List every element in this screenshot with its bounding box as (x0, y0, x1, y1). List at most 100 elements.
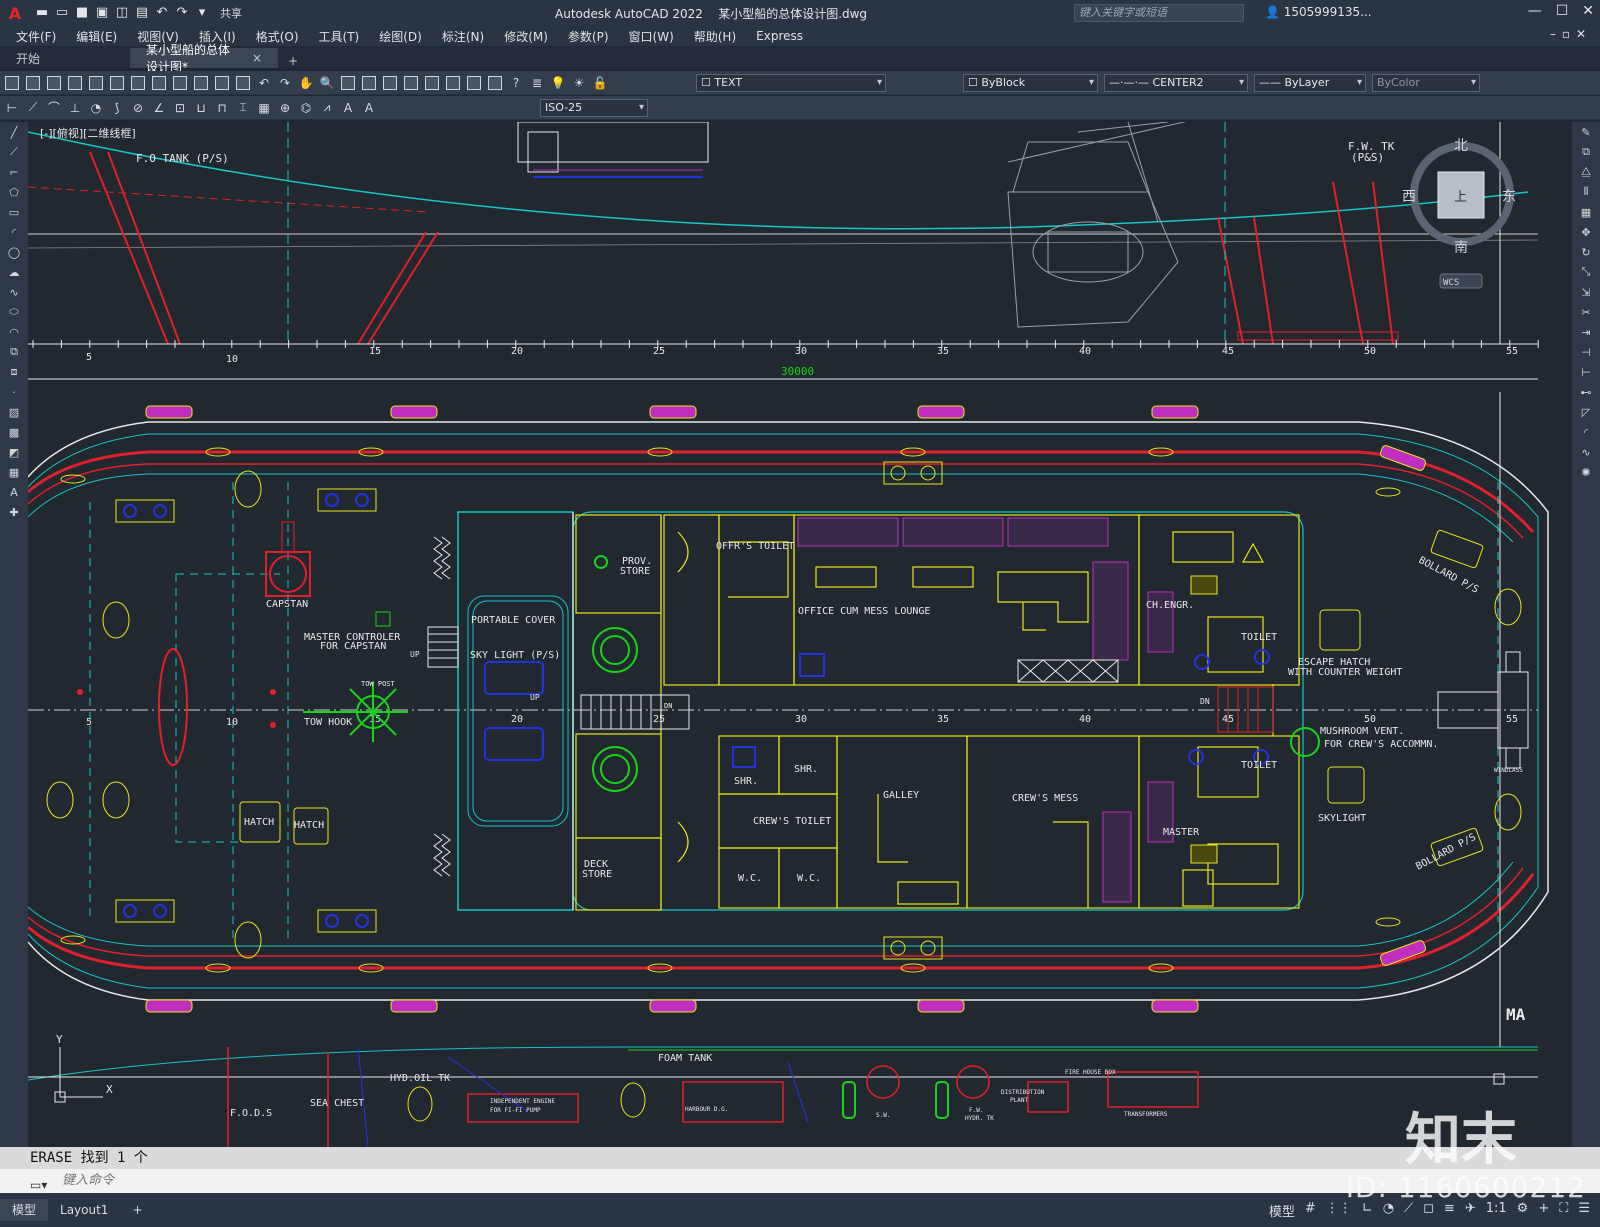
point-icon[interactable]: · (0, 382, 28, 402)
linetype-dropdown[interactable]: —·—·— CENTER2 (1104, 74, 1248, 92)
wcs-menu[interactable]: WCS (1443, 278, 1459, 288)
ellipse-icon[interactable]: ⬭ (0, 302, 28, 322)
menu-parametric[interactable]: 参数(P) (558, 28, 619, 45)
menu-tools[interactable]: 工具(T) (309, 28, 370, 45)
line-icon[interactable]: ╱ (0, 122, 28, 142)
markup-icon[interactable] (465, 74, 483, 92)
design-center-icon[interactable] (402, 74, 420, 92)
compass-south[interactable]: 南 (1454, 240, 1468, 256)
compass-north[interactable]: 北 (1454, 138, 1468, 154)
hatch-icon[interactable]: ▨ (0, 402, 28, 422)
compass-west[interactable]: 西 (1402, 189, 1416, 205)
spline-icon[interactable]: ∿ (0, 282, 28, 302)
stretch-icon[interactable]: ⇲ (1572, 282, 1600, 302)
undo-icon[interactable]: ↶ (154, 5, 170, 21)
arc-icon[interactable]: ◜ (0, 222, 28, 242)
menu-edit[interactable]: 编辑(E) (66, 28, 127, 45)
new-tab-button[interactable]: + (278, 54, 308, 68)
user-account[interactable]: 👤 1505999135... (1265, 5, 1372, 19)
add-layout-button[interactable]: + (120, 1203, 154, 1217)
polyline-icon[interactable]: ⌐ (0, 162, 28, 182)
chamfer-icon[interactable]: ◸ (1572, 402, 1600, 422)
new-file-icon[interactable]: ▬ (34, 5, 50, 21)
block-editor-icon[interactable] (234, 74, 252, 92)
undo-icon[interactable]: ↶ (255, 74, 273, 92)
offset-icon[interactable]: ⫴ (1572, 182, 1600, 202)
tab-drawing[interactable]: 某小型船的总体设计图* × (130, 43, 278, 74)
sheet-set-icon[interactable] (444, 74, 462, 92)
insert-block-icon[interactable]: ⧉ (0, 342, 28, 362)
mtext-icon[interactable]: A (0, 482, 28, 502)
dim-edit-icon[interactable]: A (339, 99, 357, 117)
construction-line-icon[interactable]: ⟋ (0, 142, 28, 162)
tab-layout1[interactable]: Layout1 (48, 1203, 120, 1217)
fillet-icon[interactable]: ◜ (1572, 422, 1600, 442)
zoom-realtime-icon[interactable]: 🔍 (318, 74, 336, 92)
dim-space-icon[interactable]: ⌶ (234, 99, 252, 117)
plotstyle-dropdown[interactable]: ByColor (1372, 74, 1480, 92)
mirror-icon[interactable]: ⧋ (1572, 162, 1600, 182)
new-icon[interactable] (3, 74, 21, 92)
copy-object-icon[interactable]: ⧉ (1572, 142, 1600, 162)
arc-length-icon[interactable]: ⌒ (45, 99, 63, 117)
model-space-button[interactable]: 模型 (1269, 1201, 1295, 1220)
gradient-icon[interactable]: ▩ (0, 422, 28, 442)
menu-draw[interactable]: 绘图(D) (369, 28, 432, 45)
match-prop-icon[interactable] (213, 74, 231, 92)
blend-icon[interactable]: ∿ (1572, 442, 1600, 462)
baseline-icon[interactable]: ⊔ (192, 99, 210, 117)
layer-dropdown[interactable]: ☐ TEXT (696, 74, 886, 92)
zoom-previous-icon[interactable] (360, 74, 378, 92)
publish-icon[interactable] (108, 74, 126, 92)
diameter-icon[interactable]: ⊘ (129, 99, 147, 117)
compass-east[interactable]: 东 (1502, 189, 1516, 205)
table-icon[interactable]: ▦ (0, 462, 28, 482)
region-icon[interactable]: ◩ (0, 442, 28, 462)
quickcalc-icon[interactable] (486, 74, 504, 92)
lineweight-dropdown[interactable]: —— ByLayer (1254, 74, 1366, 92)
join-icon[interactable]: ⊷ (1572, 382, 1600, 402)
layer-lock-icon[interactable]: 🔓 (591, 74, 609, 92)
rectangle-icon[interactable]: ▭ (0, 202, 28, 222)
jogged-linear-icon[interactable]: ⩘ (318, 99, 336, 117)
close-icon[interactable]: ✕ (1582, 3, 1594, 19)
dim-text-edit-icon[interactable]: A (360, 99, 378, 117)
radius-icon[interactable]: ◔ (87, 99, 105, 117)
open-file-icon[interactable]: ▭ (54, 5, 70, 21)
minimize-icon[interactable]: — (1528, 3, 1542, 19)
menu-format[interactable]: 格式(O) (246, 28, 309, 45)
paste-icon[interactable] (192, 74, 210, 92)
linear-dim-icon[interactable]: ⊢ (3, 99, 21, 117)
array-icon[interactable]: ▦ (1572, 202, 1600, 222)
web-mobile-icon[interactable]: ◫ (114, 5, 130, 21)
viewport-controls[interactable]: [-][俯视][二维线框] (40, 125, 136, 141)
continue-icon[interactable]: ⊓ (213, 99, 231, 117)
break-icon[interactable]: ⊢ (1572, 362, 1600, 382)
erase-icon[interactable]: ✎ (1572, 122, 1600, 142)
polygon-icon[interactable]: ⬠ (0, 182, 28, 202)
extend-icon[interactable]: ⇥ (1572, 322, 1600, 342)
inspect-icon[interactable]: ⌬ (297, 99, 315, 117)
menu-modify[interactable]: 修改(M) (494, 28, 558, 45)
menu-help[interactable]: 帮助(H) (684, 28, 746, 45)
plot-icon[interactable] (66, 74, 84, 92)
layer-on-icon[interactable]: 💡 (549, 74, 567, 92)
center-mark-icon[interactable]: ⊕ (276, 99, 294, 117)
properties-icon[interactable] (381, 74, 399, 92)
ordinate-icon[interactable]: ⊥ (66, 99, 84, 117)
menu-window[interactable]: 窗口(W) (619, 28, 684, 45)
zoom-window-icon[interactable] (339, 74, 357, 92)
quick-dim-icon[interactable]: ⊡ (171, 99, 189, 117)
drawing-canvas[interactable]: F.O TANK (P/S) F.W. TK (P&S) 5 10 15 20 … (28, 122, 1572, 1147)
layer-properties-icon[interactable]: ≣ (528, 74, 546, 92)
tool-palettes-icon[interactable] (423, 74, 441, 92)
revcloud-icon[interactable]: ☁ (0, 262, 28, 282)
break-point-icon[interactable]: ⊣ (1572, 342, 1600, 362)
tab-start[interactable]: 开始 (0, 48, 130, 68)
aligned-dim-icon[interactable]: ⟋ (24, 99, 42, 117)
cut-icon[interactable] (150, 74, 168, 92)
viewcube[interactable]: 上 北 南 东 西 WCS (1402, 138, 1516, 289)
pan-icon[interactable]: ✋ (297, 74, 315, 92)
explode-icon[interactable]: ✺ (1572, 462, 1600, 482)
dimstyle-dropdown[interactable]: ISO-25 (540, 99, 648, 117)
